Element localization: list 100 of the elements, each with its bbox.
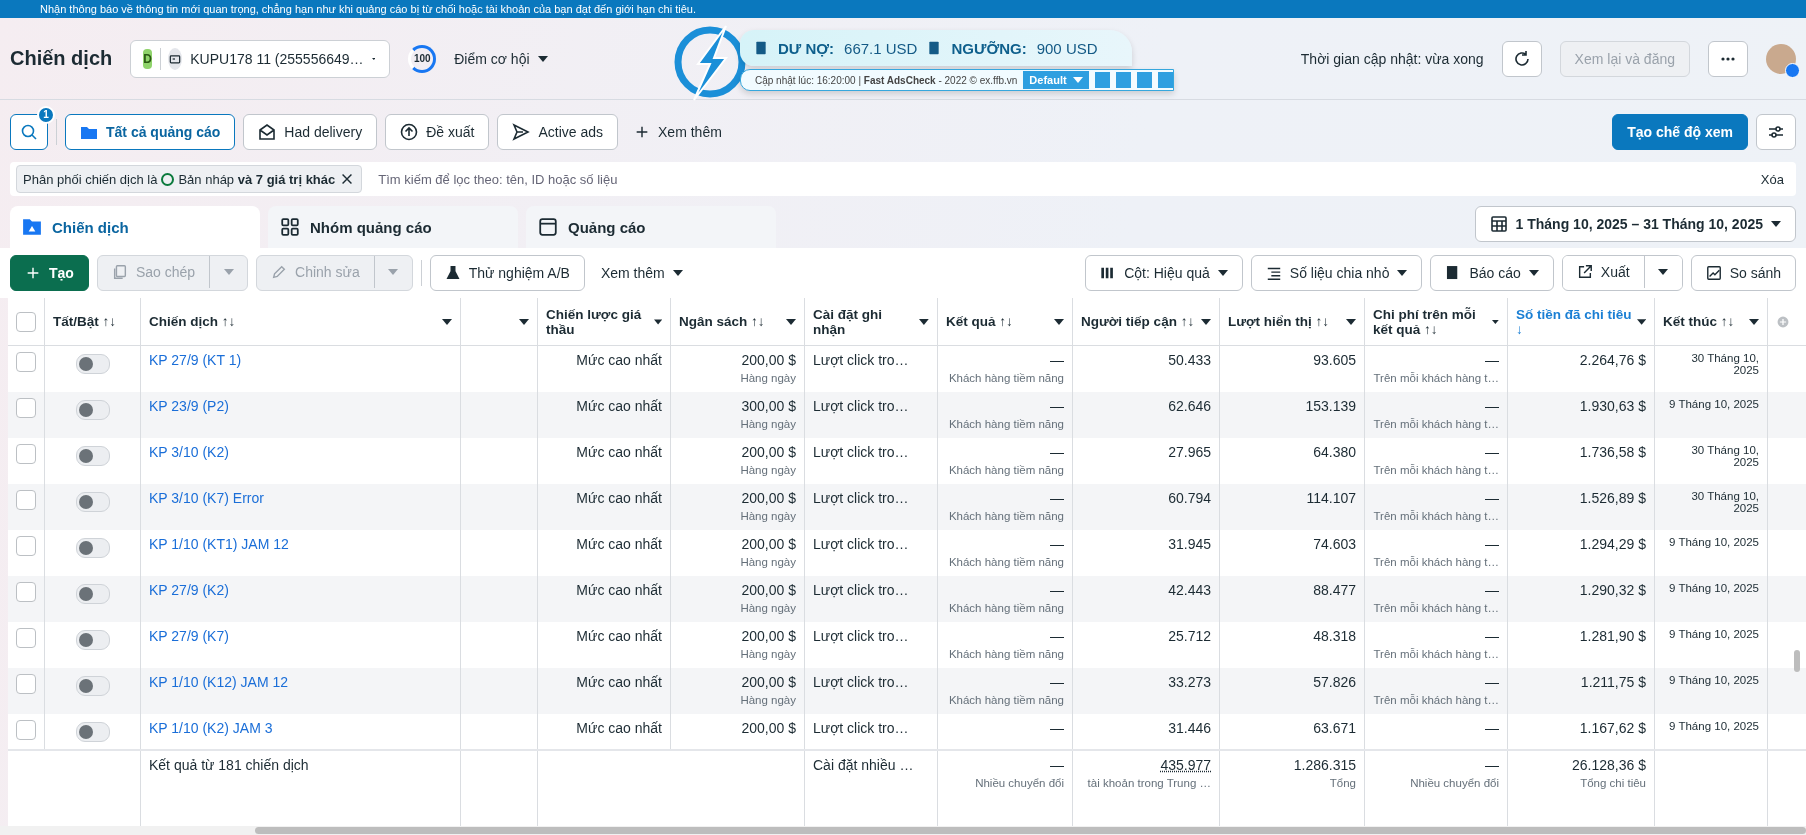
toggle-switch[interactable]: [75, 400, 110, 420]
table-cell: 1.736,58 $: [1579, 444, 1646, 460]
toggle-switch[interactable]: [75, 676, 110, 696]
level-tab[interactable]: Nhóm quảng cáo: [268, 206, 518, 248]
table-cell: —: [1050, 720, 1064, 736]
table-cell: 9 Tháng 10, 2025: [1669, 536, 1759, 548]
row-checkbox[interactable]: [16, 444, 36, 464]
table-cell: —: [1050, 352, 1064, 368]
campaign-link[interactable]: KP 27/9 (KT 1): [149, 352, 242, 368]
status-ring-icon: [161, 172, 175, 186]
table-cell: 435.977: [1160, 757, 1211, 773]
cell-caption: Khách hàng tiềm năng: [948, 418, 1064, 430]
account-badge: D: [143, 48, 152, 69]
row-checkbox[interactable]: [16, 398, 36, 418]
column-header[interactable]: Lượt hiển thị ↑↓: [1228, 314, 1330, 329]
table-cell: 26.128,36 $: [1572, 757, 1646, 773]
column-header[interactable]: Chiến dịch ↑↓: [149, 314, 236, 329]
envelope-icon: [258, 123, 277, 141]
breakdown-button[interactable]: Số liệu chia nhỏ: [1250, 255, 1423, 291]
table-cell: —: [1050, 757, 1064, 773]
export-menu-button[interactable]: [1643, 256, 1682, 288]
scrollbar-thumb[interactable]: [1794, 650, 1800, 672]
create-view-button[interactable]: Tạo chế độ xem: [1612, 114, 1748, 150]
ab-test-button[interactable]: Thử nghiệm A/B: [429, 255, 585, 291]
campaign-link[interactable]: KP 27/9 (K2): [149, 582, 229, 598]
columns-button[interactable]: Cột: Hiệu quả: [1085, 255, 1243, 291]
table-cell: 114.107: [1306, 490, 1356, 506]
cell-caption: Trên mỗi khách hàng t…: [1373, 372, 1499, 384]
more-button[interactable]: [1708, 40, 1748, 77]
toggle-switch[interactable]: [75, 630, 110, 650]
campaign-link[interactable]: KP 27/9 (K7): [149, 628, 229, 644]
row-checkbox[interactable]: [16, 720, 36, 740]
campaign-link[interactable]: KP 3/10 (K2): [149, 444, 229, 460]
campaign-link[interactable]: KP 1/10 (KT1) JAM 12: [149, 536, 289, 552]
toggle-switch[interactable]: [75, 722, 110, 742]
toggle-switch[interactable]: [75, 538, 110, 558]
account-selector[interactable]: D KUPU178 11 (255556649…: [130, 39, 391, 78]
column-header[interactable]: Người tiếp cận ↑↓: [1081, 314, 1195, 329]
view-tab[interactable]: Tất cả quảng cáo: [65, 114, 236, 150]
level-tab[interactable]: Quảng cáo: [526, 206, 776, 248]
row-checkbox[interactable]: [16, 536, 36, 556]
campaign-link[interactable]: KP 1/10 (K2) JAM 3: [149, 720, 273, 736]
level-tab[interactable]: Chiến dịch: [10, 206, 260, 248]
column-header[interactable]: Cài đặt ghi nhận: [813, 306, 916, 337]
table-cell: 200,00 $: [741, 720, 796, 736]
compare-button[interactable]: So sánh: [1690, 255, 1796, 291]
table-cell: 1.286.315: [1293, 757, 1356, 773]
row-checkbox[interactable]: [16, 352, 36, 372]
filter-search-field[interactable]: Tìm kiếm để lọc theo: tên, ID hoặc số liệu: [376, 170, 1741, 188]
score-dropdown[interactable]: Điểm cơ hội: [446, 50, 556, 67]
column-header[interactable]: Ngân sách ↑↓: [679, 314, 765, 329]
column-header[interactable]: Chiến lược giá thầu: [546, 306, 650, 337]
cell-caption: Hàng ngày: [740, 510, 796, 522]
table-cell: —: [1050, 536, 1064, 552]
filter-chip[interactable]: Phân phối chiến dịch là Bản nháp và 7 giá trị khác: [16, 165, 363, 193]
column-header[interactable]: Kết thúc ↑↓: [1663, 314, 1735, 329]
more-views-button[interactable]: Xem thêm: [626, 124, 730, 140]
table-cell: —: [1050, 628, 1064, 644]
table-cell: Lượt click tro…: [813, 674, 909, 690]
row-checkbox[interactable]: [16, 674, 36, 694]
table-cell: —: [1485, 490, 1499, 506]
toggle-switch[interactable]: [75, 584, 110, 604]
settings-button[interactable]: [1756, 114, 1796, 150]
filter-bar[interactable]: Phân phối chiến dịch là Bản nháp và 7 giá trị khác Tìm kiếm để lọc theo: tên, ID hoặc số liệu Xóa: [10, 162, 1796, 196]
scrollbar-thumb[interactable]: [255, 827, 1806, 834]
row-checkbox[interactable]: [16, 490, 36, 510]
view-tab[interactable]: Had delivery: [243, 114, 378, 150]
toggle-switch[interactable]: [75, 354, 110, 374]
row-checkbox[interactable]: [16, 628, 36, 648]
table-cell: 200,00 $: [741, 352, 796, 368]
toggle-switch[interactable]: [75, 446, 110, 466]
toggle-switch[interactable]: [75, 492, 110, 512]
table-cell-text: 30 Tháng 10, 2025: [1690, 352, 1759, 376]
row-checkbox[interactable]: [16, 582, 36, 602]
cell-caption: Hàng ngày: [740, 464, 796, 476]
reports-button[interactable]: Báo cáo: [1430, 255, 1554, 291]
table-cell: —: [1485, 674, 1499, 690]
campaign-link[interactable]: KP 23/9 (P2): [149, 398, 229, 414]
more-actions-button[interactable]: Xem thêm: [592, 265, 691, 281]
column-header[interactable]: Chi phí trên mỗi kết quả ↑↓: [1373, 306, 1489, 337]
table-cell: —: [1485, 536, 1499, 552]
table-cell: 200,00 $: [741, 674, 796, 690]
view-tab[interactable]: Đề xuất: [385, 114, 490, 150]
clear-link[interactable]: Xóa: [1754, 170, 1790, 188]
campaign-link[interactable]: KP 3/10 (K7) Error: [149, 490, 264, 506]
campaign-link[interactable]: KP 1/10 (K12) JAM 12: [149, 674, 289, 690]
column-header[interactable]: Kết quả ↑↓: [946, 314, 1013, 329]
select-all-checkbox[interactable]: [16, 311, 36, 332]
create-button[interactable]: Tạo: [10, 255, 89, 291]
table-cell-text: 30 Tháng 10, 2025: [1690, 490, 1759, 514]
view-tab[interactable]: Active ads: [497, 114, 619, 150]
caret-icon: [1749, 318, 1759, 325]
table-cell: 9 Tháng 10, 2025: [1669, 720, 1759, 732]
window-icon: [538, 217, 558, 237]
column-header[interactable]: Số tiền đã chi tiêu ↓: [1516, 306, 1633, 337]
column-header[interactable]: Tất/Bật ↑↓: [53, 314, 116, 329]
date-range-picker[interactable]: 1 Tháng 10, 2025 – 31 Tháng 10, 2025: [1474, 206, 1796, 242]
cell-caption: Khách hàng tiềm năng: [948, 602, 1064, 614]
refresh-button[interactable]: [1501, 40, 1542, 77]
caret-icon: [653, 318, 662, 325]
